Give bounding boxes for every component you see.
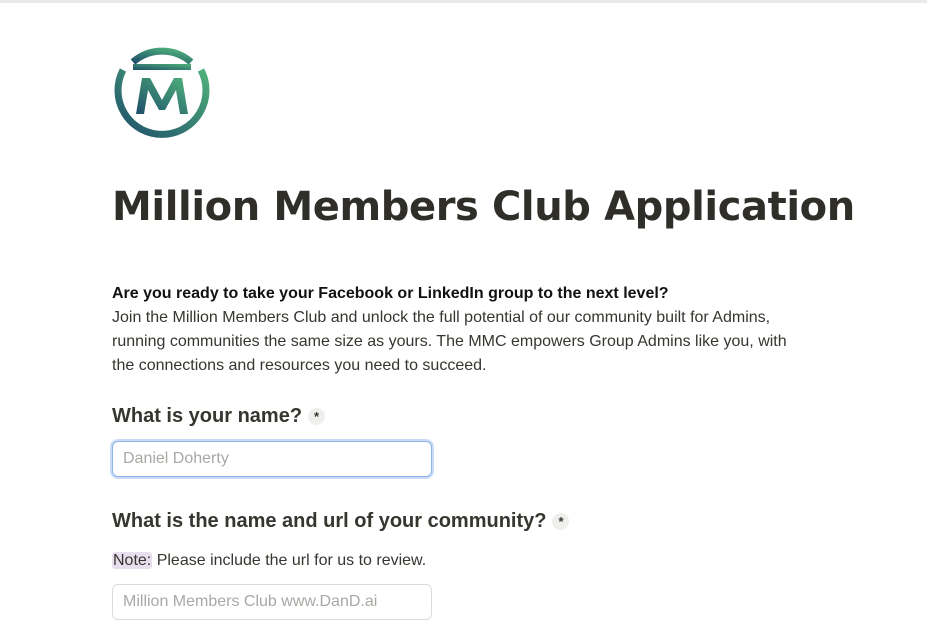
mmc-logo-icon	[111, 38, 213, 140]
community-input[interactable]	[112, 584, 432, 620]
note-tag: Note:	[112, 552, 153, 569]
intro-question: Are you ready to take your Facebook or L…	[112, 285, 669, 302]
intro-text: Are you ready to take your Facebook or L…	[112, 282, 812, 378]
community-note: Note: Please include the url for us to r…	[112, 552, 426, 570]
name-question-label: What is your name? *	[112, 405, 326, 428]
required-indicator: *	[552, 513, 570, 530]
name-question-text: What is your name?	[112, 405, 303, 427]
name-input[interactable]	[112, 441, 432, 477]
community-question-label: What is the name and url of your communi…	[112, 510, 570, 533]
intro-body: Join the Million Members Club and unlock…	[112, 309, 787, 374]
community-question-text: What is the name and url of your communi…	[112, 510, 547, 532]
note-text: Please include the url for us to review.	[152, 552, 427, 569]
required-indicator: *	[308, 408, 326, 425]
top-divider	[0, 0, 927, 3]
page-title: Million Members Club Application	[112, 184, 855, 230]
